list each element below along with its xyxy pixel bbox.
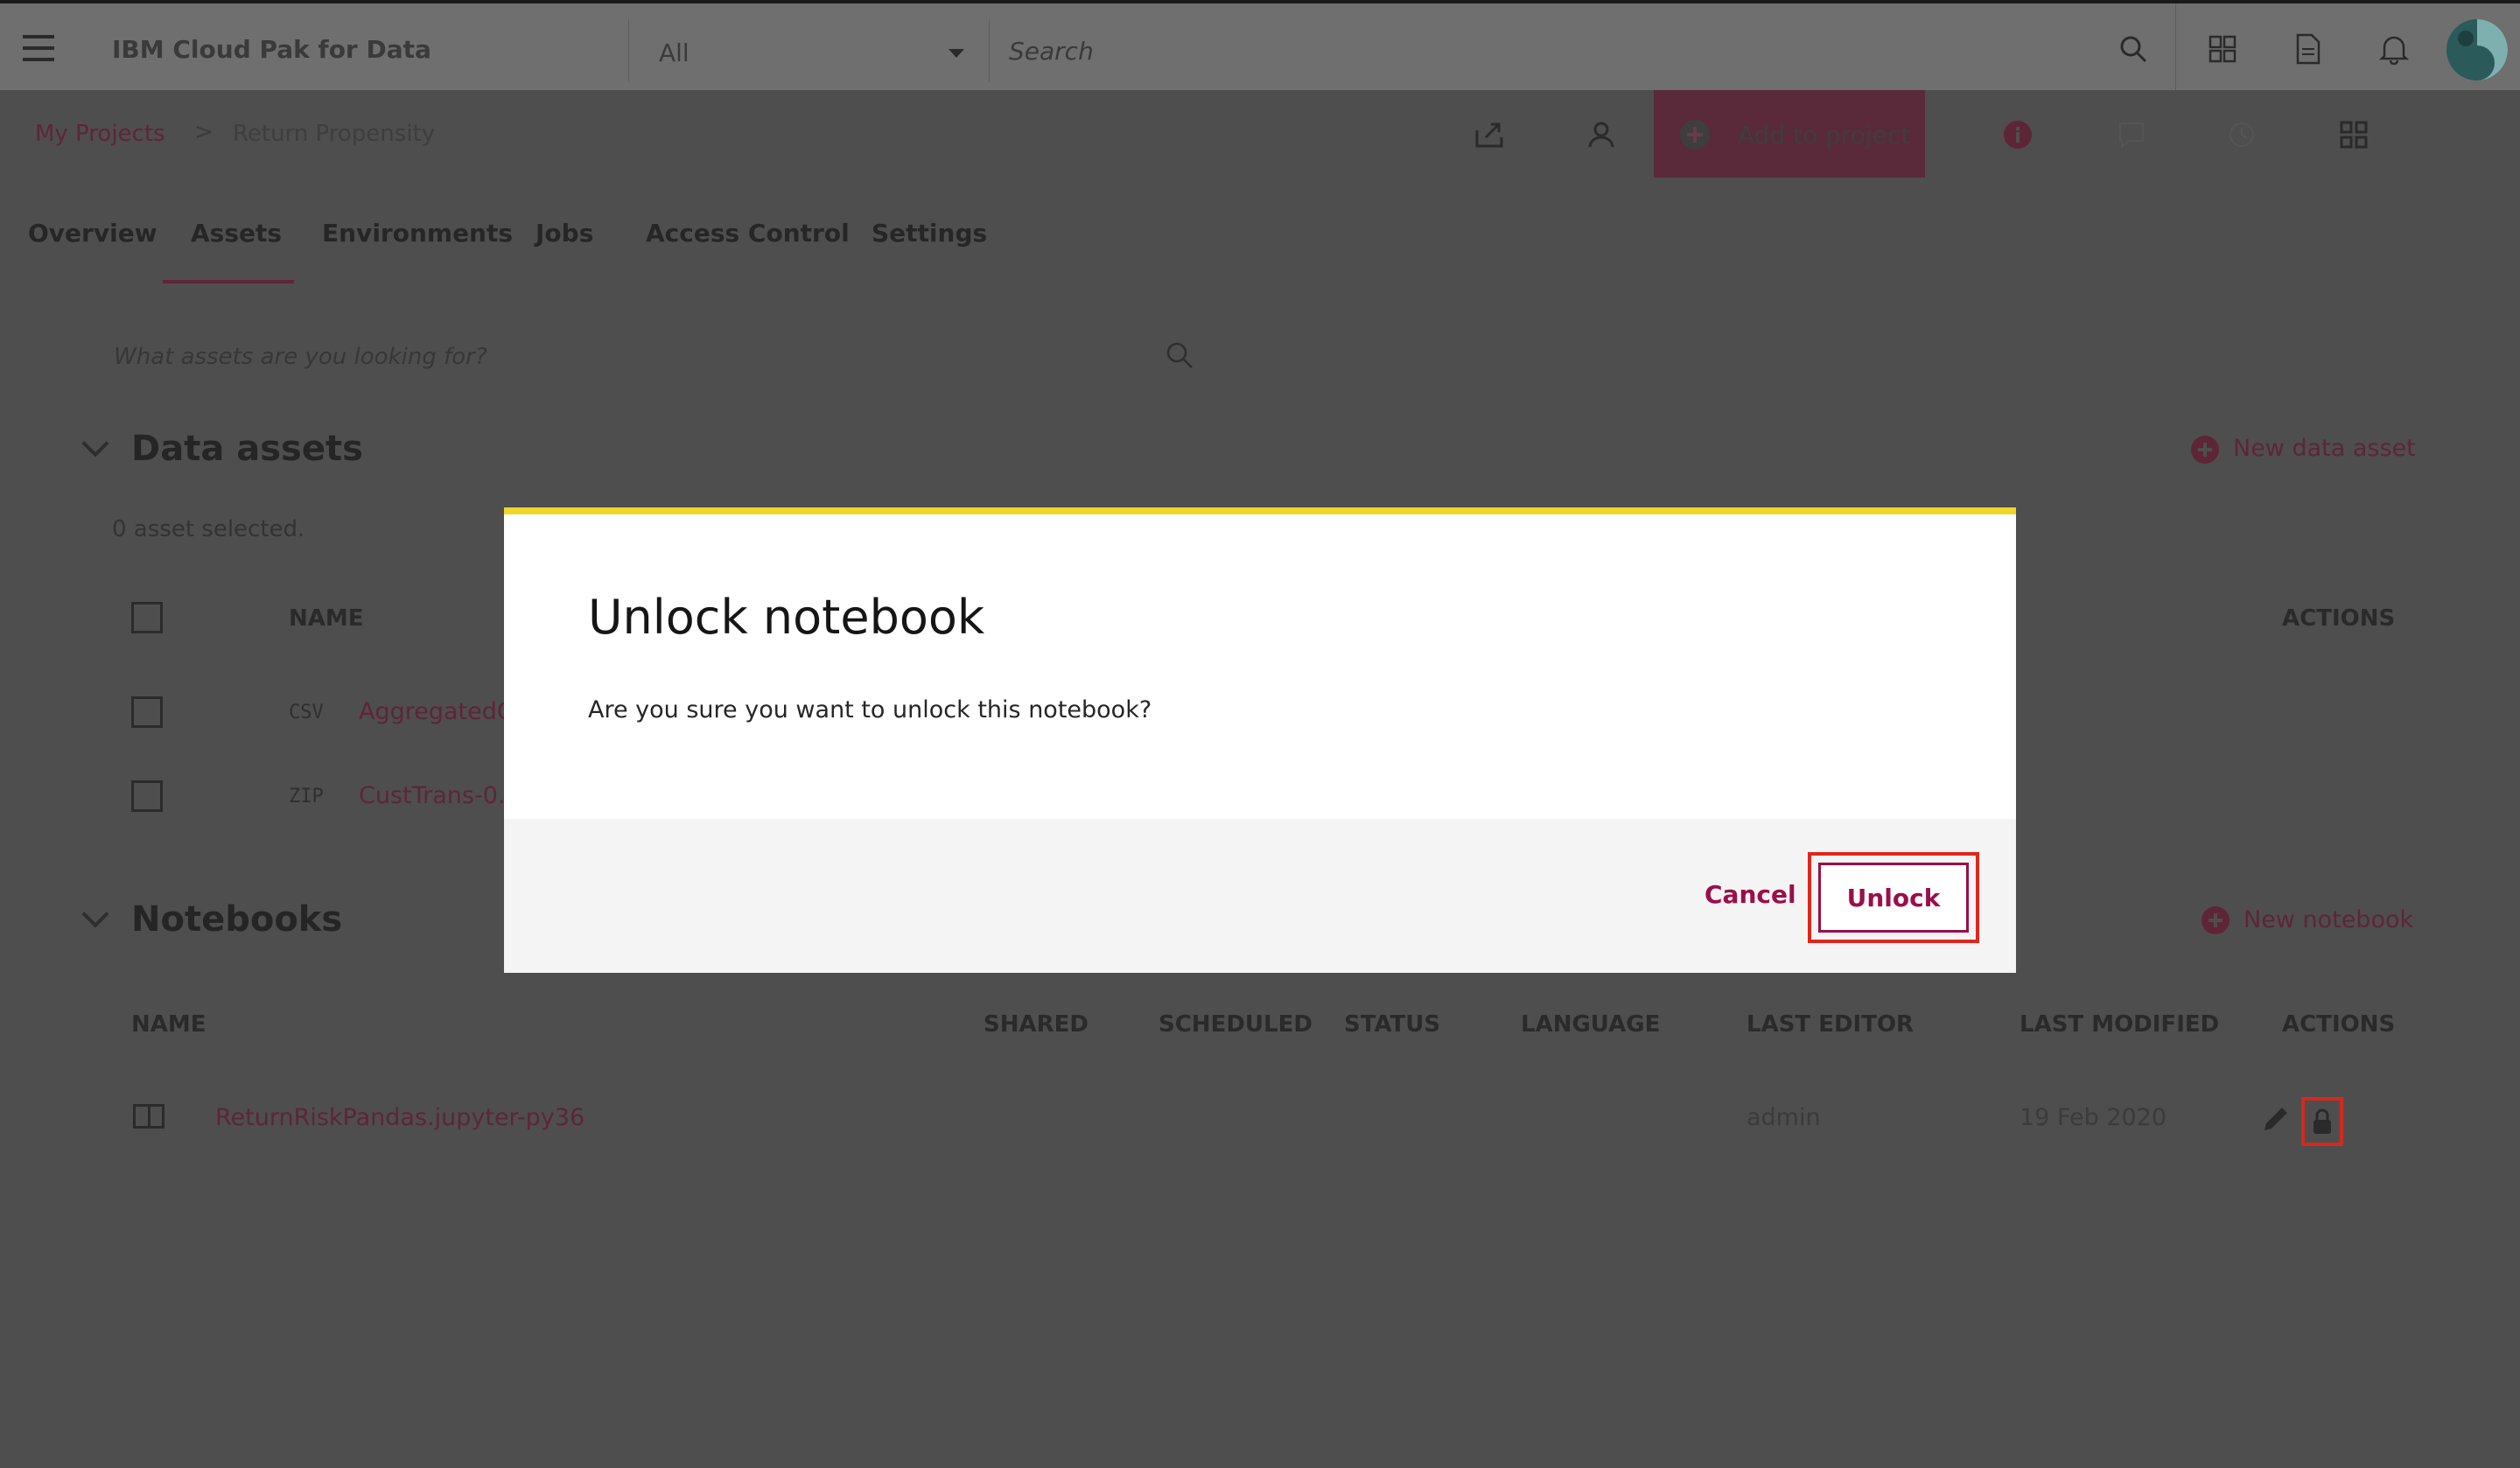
search-icon[interactable] [2114, 30, 2152, 68]
column-header-name[interactable]: NAME [289, 605, 364, 632]
dialog-footer: Cancel Unlock [504, 819, 2016, 973]
column-header-actions: ACTIONS [2282, 1011, 2396, 1038]
dialog-message: Are you sure you want to unlock this not… [588, 696, 1152, 724]
breadcrumb-separator: > [194, 119, 214, 145]
grid-view-icon[interactable] [2334, 115, 2373, 154]
select-all-checkbox[interactable] [131, 602, 163, 633]
info-icon[interactable] [1998, 115, 2037, 154]
tab-overview[interactable]: Overview [28, 219, 158, 283]
new-notebook-link[interactable]: New notebook [2244, 906, 2413, 933]
column-header-status[interactable]: STATUS [1344, 1011, 1440, 1038]
tab-access-control[interactable]: Access Control [646, 219, 850, 283]
add-circle-icon[interactable] [2191, 436, 2219, 464]
column-header-shared[interactable]: SHARED [984, 1011, 1088, 1038]
add-circle-icon[interactable] [2202, 906, 2230, 934]
notebook-icon [133, 1104, 164, 1129]
unlock-button[interactable]: Unlock [1818, 863, 1969, 933]
new-data-asset-link[interactable]: New data asset [2233, 435, 2416, 462]
tab-assets[interactable]: Assets [163, 219, 294, 283]
edit-pencil-icon[interactable] [2261, 1104, 2291, 1137]
document-icon[interactable] [2289, 30, 2328, 68]
chevron-down-icon [948, 49, 964, 58]
file-type-label: CSV [289, 702, 324, 724]
add-to-project-label: Add to project [1738, 121, 1911, 150]
column-header-last-editor[interactable]: LAST EDITOR [1746, 1011, 1914, 1038]
top-header: IBM Cloud Pak for Data All Search [0, 0, 2520, 91]
history-icon[interactable] [2222, 115, 2261, 154]
last-modified-cell: 19 Feb 2020 [2020, 1104, 2167, 1131]
tab-environments[interactable]: Environments [322, 219, 513, 283]
add-collaborator-icon[interactable] [1582, 115, 1620, 154]
export-icon[interactable] [1470, 115, 1508, 154]
search-placeholder: Search [1009, 37, 1094, 66]
file-type-label: ZIP [289, 786, 324, 807]
data-assets-title: Data assets [131, 429, 363, 469]
cancel-button[interactable]: Cancel [1704, 880, 1796, 909]
catalog-icon[interactable] [2203, 30, 2242, 68]
column-header-name[interactable]: NAME [131, 1011, 206, 1038]
menu-icon[interactable] [23, 35, 54, 61]
unlock-notebook-dialog: Unlock notebook Are you sure you want to… [504, 507, 2016, 973]
user-avatar[interactable] [2446, 19, 2508, 80]
breadcrumb-my-projects[interactable]: My Projects [35, 121, 165, 147]
header-divider [2175, 3, 2176, 91]
unlock-button-highlight: Unlock [1808, 852, 1979, 943]
column-header-language[interactable]: LANGUAGE [1521, 1011, 1660, 1038]
last-editor-cell: admin [1746, 1104, 1821, 1131]
breadcrumb-current: Return Propensity [233, 121, 436, 147]
global-search-input[interactable]: Search [989, 19, 2091, 82]
column-header-scheduled[interactable]: SCHEDULED [1158, 1011, 1312, 1038]
data-asset-link[interactable]: CustTrans-0.1 [359, 782, 521, 809]
tab-jobs[interactable]: Jobs [536, 219, 593, 283]
notebooks-title: Notebooks [131, 899, 343, 940]
notebook-link[interactable]: ReturnRiskPandas.jupyter-py36 [215, 1104, 584, 1131]
row-checkbox[interactable] [131, 696, 163, 728]
app-title: IBM Cloud Pak for Data [112, 35, 431, 64]
notification-bell-icon[interactable] [2375, 30, 2413, 68]
row-checkbox[interactable] [131, 780, 163, 812]
tab-settings[interactable]: Settings [872, 219, 987, 283]
search-icon[interactable] [1164, 339, 1195, 374]
selection-count: 0 asset selected. [112, 516, 305, 542]
add-to-project-button[interactable]: Add to project [1654, 90, 1925, 178]
column-header-actions: ACTIONS [2282, 605, 2396, 632]
add-circle-icon [1680, 120, 1710, 150]
lock-icon[interactable] [2301, 1097, 2343, 1146]
comment-icon[interactable] [2112, 115, 2151, 154]
scope-value: All [659, 38, 690, 67]
asset-search-input[interactable]: What assets are you looking for? [114, 344, 487, 370]
dialog-title: Unlock notebook [588, 590, 985, 645]
data-asset-link[interactable]: AggregatedO [359, 698, 515, 725]
scope-dropdown[interactable]: All [628, 19, 987, 82]
column-header-last-modified[interactable]: LAST MODIFIED [2020, 1011, 2219, 1038]
